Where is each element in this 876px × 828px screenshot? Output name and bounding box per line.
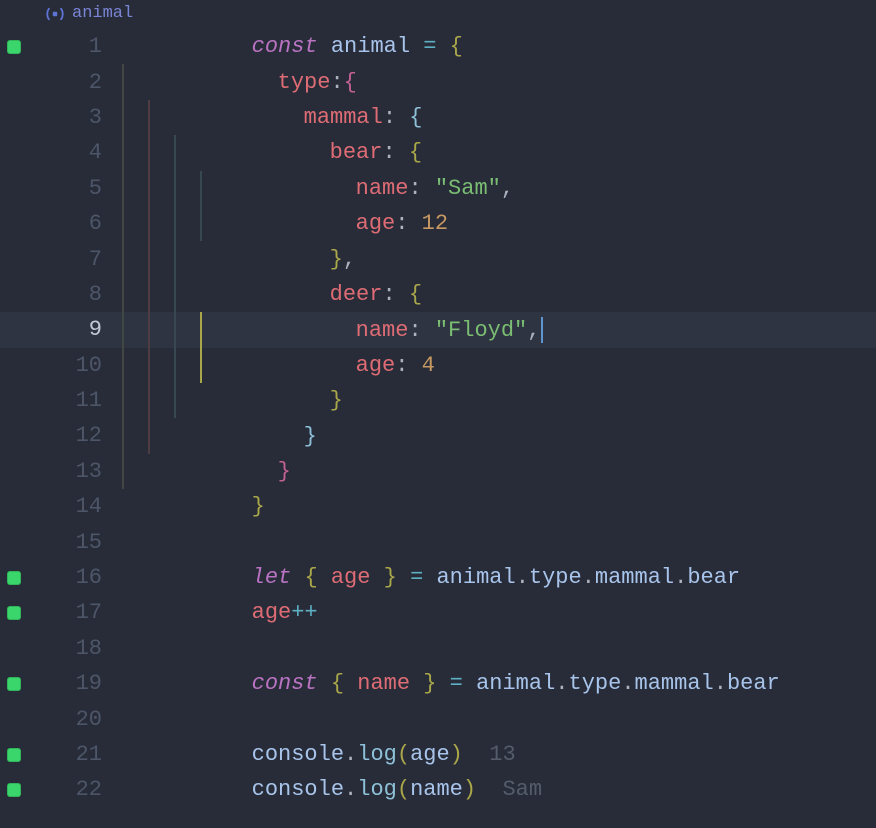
line-number: 15 bbox=[46, 524, 120, 559]
number: 4 bbox=[422, 353, 435, 378]
code-editor[interactable]: 1 const animal = { 2 type:{ 3 mammal: { bbox=[0, 29, 876, 808]
line-number: 17 bbox=[46, 595, 120, 630]
line-number: 7 bbox=[46, 241, 120, 276]
brace-close: } bbox=[330, 388, 343, 413]
line-number: 5 bbox=[46, 171, 120, 206]
lint-marker-icon bbox=[7, 677, 21, 691]
code-line[interactable]: 22 console.log(name) Sam bbox=[0, 772, 876, 807]
identifier: name bbox=[357, 671, 410, 696]
lint-marker-icon bbox=[7, 606, 21, 620]
line-number: 10 bbox=[46, 348, 120, 383]
line-number: 22 bbox=[46, 772, 120, 807]
line-number: 4 bbox=[46, 135, 120, 170]
line-number: 11 bbox=[46, 383, 120, 418]
line-number: 2 bbox=[46, 64, 120, 99]
code-line[interactable]: 19 const { name } = animal.type.mammal.b… bbox=[0, 666, 876, 701]
line-number: 1 bbox=[46, 29, 120, 64]
gutter-marker-col bbox=[0, 29, 28, 64]
lint-marker-icon bbox=[7, 40, 21, 54]
line-number: 19 bbox=[46, 666, 120, 701]
line-number: 21 bbox=[46, 737, 120, 772]
property: age bbox=[356, 211, 396, 236]
brace-close: } bbox=[423, 671, 436, 696]
identifier: age bbox=[252, 600, 292, 625]
brace-close: } bbox=[384, 565, 397, 590]
variable-icon bbox=[46, 7, 64, 21]
code-line[interactable]: 14 } bbox=[0, 489, 876, 524]
line-number: 18 bbox=[46, 631, 120, 666]
text-cursor bbox=[541, 317, 543, 343]
line-number: 3 bbox=[46, 100, 120, 135]
line-number: 9 bbox=[46, 312, 120, 347]
line-number: 8 bbox=[46, 277, 120, 312]
object: console bbox=[252, 777, 344, 802]
string: "Floyd" bbox=[435, 318, 527, 343]
line-number: 16 bbox=[46, 560, 120, 595]
brace-close: } bbox=[304, 424, 317, 449]
lint-marker-icon bbox=[7, 783, 21, 797]
lint-marker-icon bbox=[7, 748, 21, 762]
line-number: 20 bbox=[46, 701, 120, 736]
property: age bbox=[356, 353, 396, 378]
identifier: age bbox=[331, 565, 371, 590]
line-number: 13 bbox=[46, 454, 120, 489]
line-number: 14 bbox=[46, 489, 120, 524]
brace-open: { bbox=[331, 671, 344, 696]
keyword: const bbox=[252, 671, 318, 696]
inline-hint: Sam bbox=[502, 777, 542, 802]
brace-close: } bbox=[252, 494, 265, 519]
brace-open: { bbox=[450, 34, 463, 59]
brace-close: } bbox=[278, 459, 291, 484]
function: log bbox=[357, 777, 397, 802]
lint-marker-icon bbox=[7, 571, 21, 585]
operator: = bbox=[423, 34, 436, 59]
line-number: 6 bbox=[46, 206, 120, 241]
operator: ++ bbox=[291, 600, 317, 625]
line-number: 12 bbox=[46, 418, 120, 453]
number: 12 bbox=[422, 211, 448, 236]
